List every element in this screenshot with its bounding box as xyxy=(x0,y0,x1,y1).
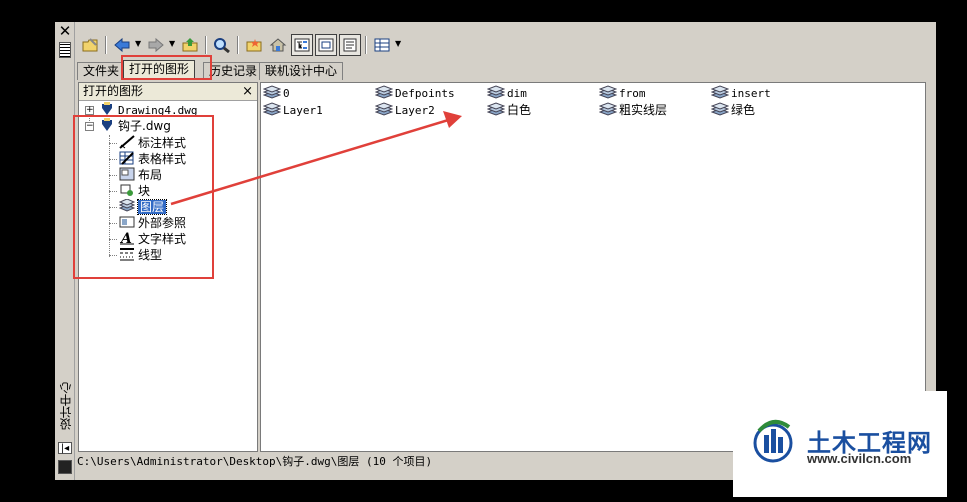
civilcn-logo xyxy=(753,419,793,463)
watermark: 土木工程网 www.civilcn.com xyxy=(733,391,947,497)
watermark-url: www.civilcn.com xyxy=(807,451,912,466)
